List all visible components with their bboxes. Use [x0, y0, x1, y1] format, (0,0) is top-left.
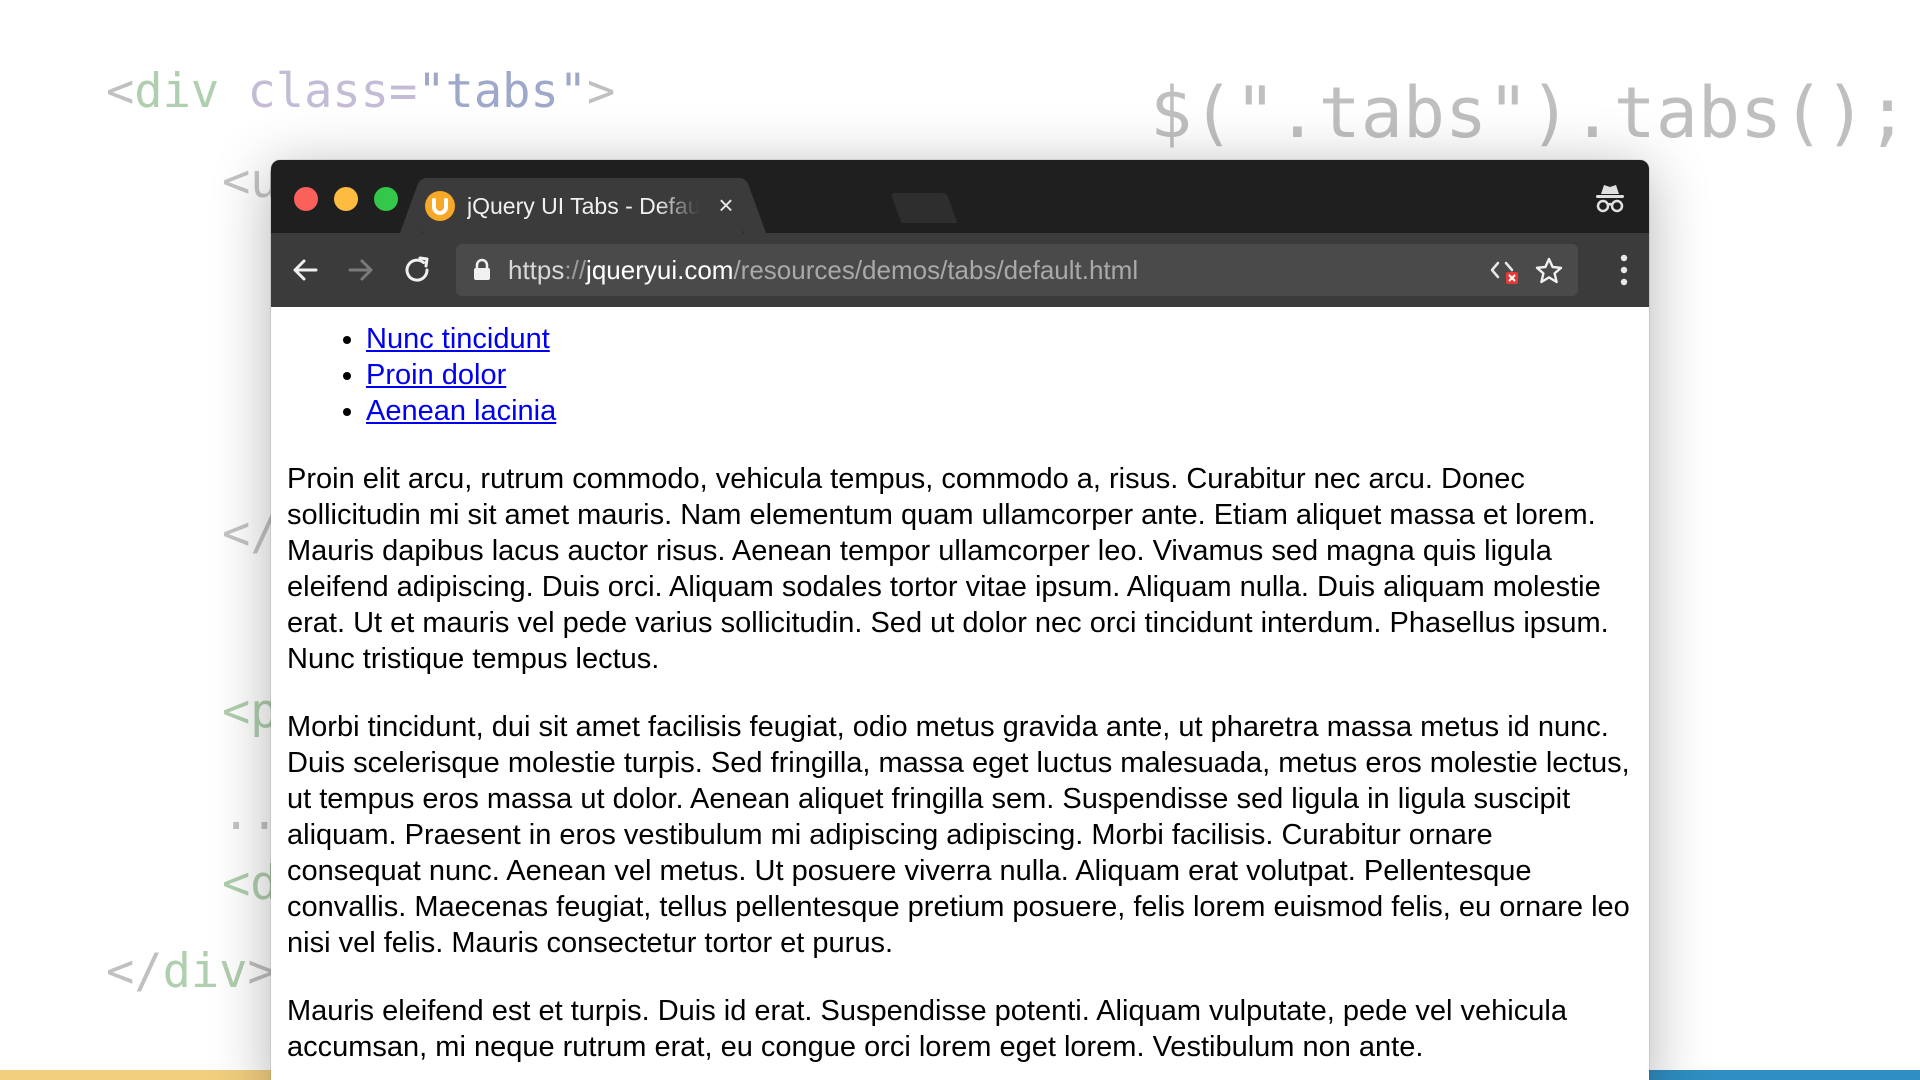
list-item: Proin dolor: [366, 357, 1633, 393]
incognito-icon: [1596, 185, 1624, 213]
maximize-window-button[interactable]: [374, 187, 398, 211]
tab-link-proin-dolor[interactable]: Proin dolor: [366, 359, 506, 391]
new-tab-button[interactable]: [890, 193, 958, 223]
reload-icon[interactable]: [401, 254, 433, 286]
address-bar[interactable]: https://jqueryui.com/resources/demos/tab…: [456, 244, 1578, 296]
browser-window: jQuery UI Tabs - Default functionality ×: [271, 160, 1649, 1080]
list-item: Aenean lacinia: [366, 393, 1633, 429]
page-content: Nunc tincidunt Proin dolor Aenean lacini…: [271, 307, 1649, 1080]
tab-link-aenean-lacinia[interactable]: Aenean lacinia: [366, 395, 556, 427]
jquery-ui-favicon-icon: [425, 191, 455, 221]
minimize-window-button[interactable]: [334, 187, 358, 211]
title-bar: jQuery UI Tabs - Default functionality ×: [271, 160, 1649, 233]
tab-active[interactable]: jQuery UI Tabs - Default functionality ×: [423, 178, 743, 233]
code-extension-icon[interactable]: [1490, 257, 1520, 285]
toolbar: https://jqueryui.com/resources/demos/tab…: [271, 233, 1649, 307]
tab-link-nunc-tincidunt[interactable]: Nunc tincidunt: [366, 323, 550, 355]
menu-dots-icon[interactable]: [1619, 253, 1629, 287]
tab-title: jQuery UI Tabs - Default functionality: [467, 193, 699, 219]
close-window-button[interactable]: [294, 187, 318, 211]
tabs-list: Nunc tincidunt Proin dolor Aenean lacini…: [287, 321, 1633, 429]
back-arrow-icon[interactable]: [289, 254, 321, 286]
code-line-div-open: <div class="tabs">: [106, 64, 616, 119]
forward-arrow-icon[interactable]: [345, 254, 377, 286]
bookmark-star-icon[interactable]: [1534, 256, 1564, 286]
tab-close-icon[interactable]: ×: [713, 190, 739, 220]
lock-icon: [474, 258, 490, 280]
accent-bar-right: [1645, 1070, 1920, 1080]
tab-panel-paragraph-3: Mauris eleifend est et turpis. Duis id e…: [287, 995, 1567, 1063]
code-line-div-close: </div>: [106, 944, 276, 999]
tab-panel-paragraph-1: Proin elit arcu, rutrum commodo, vehicul…: [287, 463, 1609, 675]
url-text: https://jqueryui.com/resources/demos/tab…: [508, 255, 1139, 285]
code-jquery-call: $(".tabs").tabs();: [1150, 72, 1909, 154]
tab-panel-paragraph-2: Morbi tincidunt, dui sit amet facilisis …: [287, 711, 1630, 959]
list-item: Nunc tincidunt: [366, 321, 1633, 357]
accent-bar-left: [0, 1070, 275, 1080]
